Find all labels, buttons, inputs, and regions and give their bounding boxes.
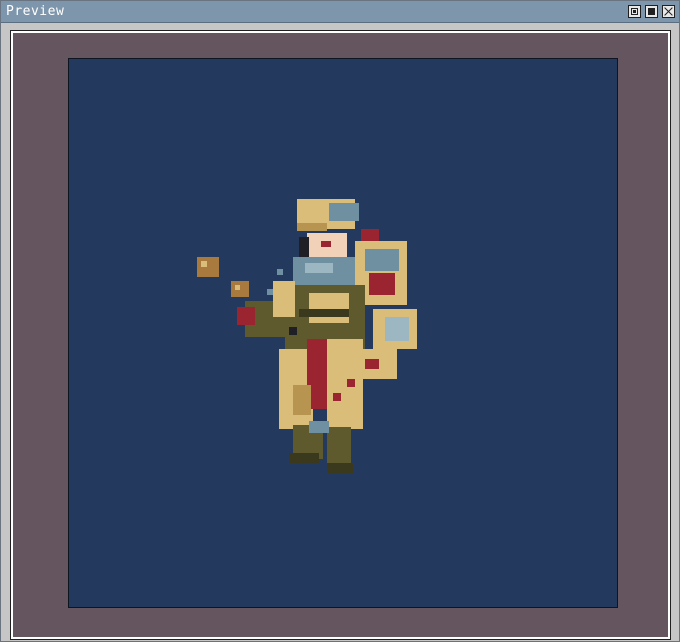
left-sleeve xyxy=(273,281,295,317)
knight-sprite xyxy=(197,199,417,473)
maximize-icon[interactable] xyxy=(645,5,658,18)
sprite-canvas[interactable] xyxy=(68,58,618,608)
eye xyxy=(321,241,331,247)
coin-1 xyxy=(197,257,219,277)
pauldron-red xyxy=(369,273,395,295)
coin-1-highlight xyxy=(201,261,207,267)
torso-gold xyxy=(309,293,349,323)
close-icon[interactable] xyxy=(662,5,675,18)
titlebar[interactable]: Preview xyxy=(1,1,679,23)
pauldron-top-red xyxy=(361,229,379,241)
pin-icon[interactable] xyxy=(628,5,641,18)
boot-left xyxy=(289,453,319,463)
window-title: Preview xyxy=(6,4,65,19)
beard-light xyxy=(305,263,333,273)
right-gauntlet xyxy=(385,317,409,341)
boot-steel xyxy=(309,421,329,433)
coat-right xyxy=(327,339,363,429)
coat-shadow xyxy=(293,385,311,415)
left-hand xyxy=(237,307,255,325)
coin-2-highlight xyxy=(235,285,240,290)
torso-strap xyxy=(299,309,349,317)
right-hand-red xyxy=(365,359,379,369)
pauldron-steel xyxy=(365,249,399,271)
preview-window: Preview xyxy=(0,0,680,642)
boot-right xyxy=(327,463,353,473)
helmet-shadow xyxy=(297,223,327,231)
helmet-steel xyxy=(329,203,359,221)
leg-right xyxy=(327,427,351,467)
